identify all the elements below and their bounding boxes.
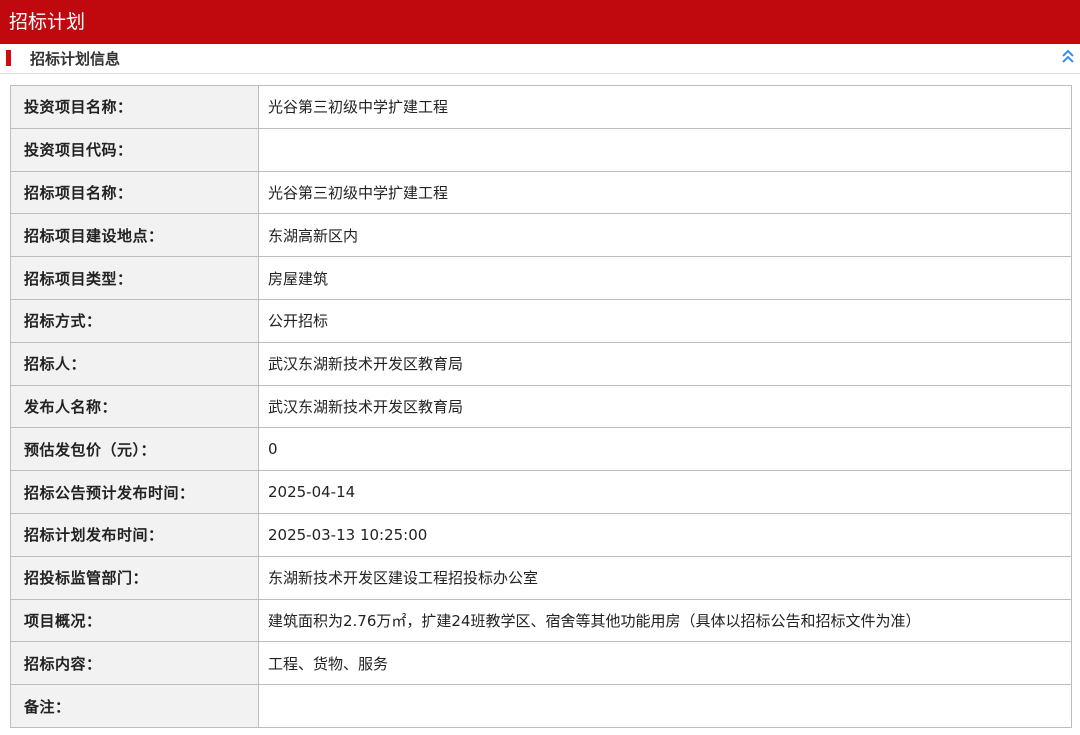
table-row: 发布人名称： 武汉东湖新技术开发区教育局 [10,384,1072,429]
row-label: 招标项目类型： [10,256,259,300]
row-label: 投资项目名称： [10,85,259,129]
table-row: 招标项目名称： 光谷第三初级中学扩建工程 [10,170,1072,215]
row-label: 招标项目建设地点： [10,213,259,258]
row-value: 光谷第三初级中学扩建工程 [258,85,1072,129]
section-marker [6,50,11,66]
table-row: 投资项目名称： 光谷第三初级中学扩建工程 [10,85,1072,129]
row-value: 公开招标 [258,298,1072,343]
row-label: 招标计划发布时间： [10,512,259,557]
row-label: 招标方式： [10,298,259,343]
page-header: 招标计划 [0,0,1080,44]
row-value [258,684,1072,728]
row-label: 招标人： [10,341,259,386]
row-value [258,127,1072,172]
row-value: 武汉东湖新技术开发区教育局 [258,341,1072,386]
double-chevron-up-icon[interactable] [1060,48,1076,66]
row-value: 武汉东湖新技术开发区教育局 [258,384,1072,429]
table-row: 招标计划发布时间： 2025-03-13 10:25:00 [10,512,1072,557]
table-row: 备注： [10,684,1072,728]
section-title: 招标计划信息 [30,50,121,68]
row-label: 预估发包价（元）： [10,427,259,472]
row-label: 投资项目代码： [10,127,259,172]
table-row: 招标项目类型： 房屋建筑 [10,256,1072,300]
table-row: 招投标监管部门： 东湖新技术开发区建设工程招投标办公室 [10,555,1072,600]
table-row: 投资项目代码： [10,127,1072,172]
row-label: 备注： [10,684,259,728]
section-header: 招标计划信息 [0,44,1080,74]
row-label: 招标内容： [10,641,259,686]
row-value: 建筑面积为2.76万㎡，扩建24班教学区、宿舍等其他功能用房（具体以招标公告和招… [258,598,1072,643]
table-row: 招标方式： 公开招标 [10,298,1072,343]
row-value: 房屋建筑 [258,256,1072,300]
row-label: 招标项目名称： [10,170,259,215]
row-value: 2025-03-13 10:25:00 [258,512,1072,557]
row-value: 东湖高新区内 [258,213,1072,258]
row-label: 发布人名称： [10,384,259,429]
row-value: 东湖新技术开发区建设工程招投标办公室 [258,555,1072,600]
table-row: 预估发包价（元）： 0 [10,427,1072,472]
row-value: 2025-04-14 [258,470,1072,514]
row-value: 0 [258,427,1072,472]
page-title: 招标计划 [9,11,86,33]
table-row: 项目概况： 建筑面积为2.76万㎡，扩建24班教学区、宿舍等其他功能用房（具体以… [10,598,1072,643]
table-row: 招标人： 武汉东湖新技术开发区教育局 [10,341,1072,386]
row-value: 工程、货物、服务 [258,641,1072,686]
row-label: 招标公告预计发布时间： [10,470,259,514]
table-row: 招标项目建设地点： 东湖高新区内 [10,213,1072,258]
table-row: 招标公告预计发布时间： 2025-04-14 [10,470,1072,514]
bid-plan-info-table: 投资项目名称： 光谷第三初级中学扩建工程 投资项目代码： 招标项目名称： 光谷第… [10,85,1072,728]
row-label: 项目概况： [10,598,259,643]
row-value: 光谷第三初级中学扩建工程 [258,170,1072,215]
row-label: 招投标监管部门： [10,555,259,600]
table-row: 招标内容： 工程、货物、服务 [10,641,1072,686]
